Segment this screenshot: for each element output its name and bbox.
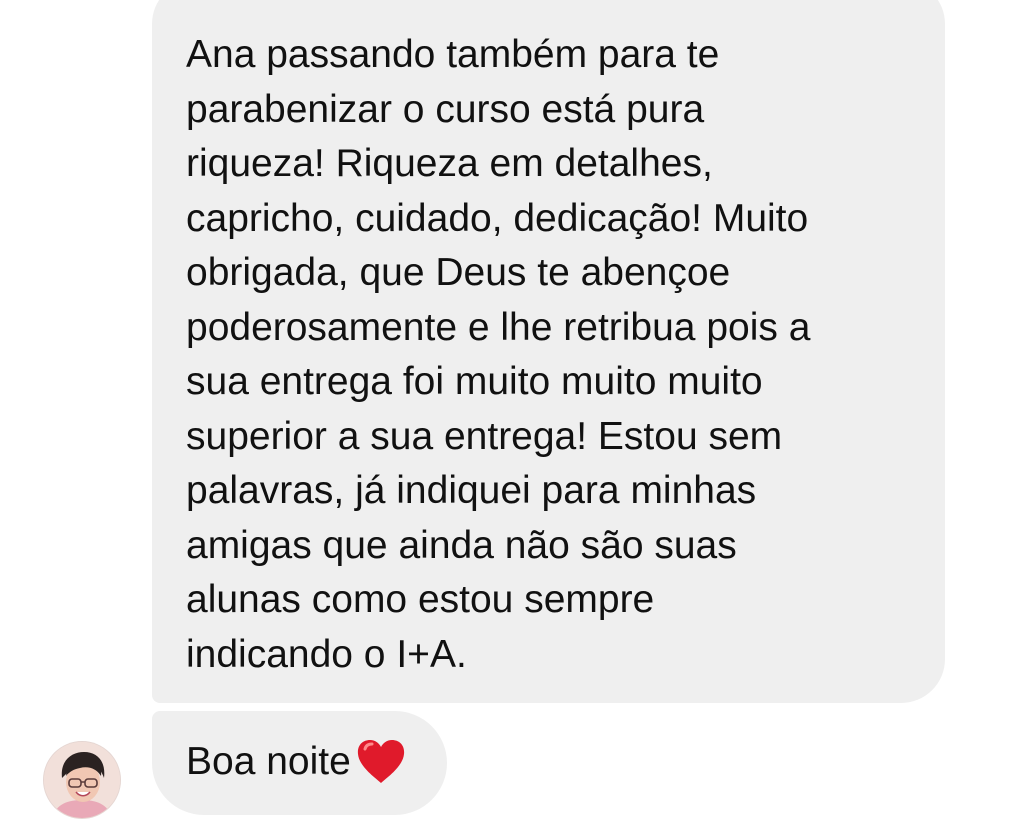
message-thread: Ana passando também para te parabenizar … xyxy=(0,0,1024,831)
avatar[interactable] xyxy=(44,742,120,818)
message-line: obrigada, que Deus te abençoe xyxy=(186,251,731,294)
message-line: indicando o I+A. xyxy=(186,632,467,676)
message-line: alunas como estou sempre xyxy=(186,578,655,621)
message-line: amigas que ainda não são suas xyxy=(186,523,737,567)
message-line: capricho, cuidado, dedicação! Muito xyxy=(186,196,809,240)
message-line: Ana passando também para te xyxy=(186,33,720,76)
message-bubble[interactable]: Ana passando também para te parabenizar … xyxy=(152,0,945,703)
message-line: superior a sua entrega! Estou sem xyxy=(186,414,783,458)
avatar-image xyxy=(44,742,120,818)
message-line: palavras, já indiquei para minhas xyxy=(186,469,757,512)
message-text: Ana passando também para te parabenizar … xyxy=(186,28,925,682)
message-line: poderosamente e lhe retribua pois a xyxy=(186,305,811,349)
message-line: riqueza! Riqueza em detalhes, xyxy=(186,142,713,185)
message-text: Boa noite xyxy=(186,740,351,783)
message-bubble[interactable]: Boa noite xyxy=(152,711,447,815)
message-line: parabenizar o curso está pura xyxy=(186,87,705,131)
heart-icon xyxy=(355,737,407,787)
message-line: sua entrega foi muito muito muito xyxy=(186,360,763,403)
